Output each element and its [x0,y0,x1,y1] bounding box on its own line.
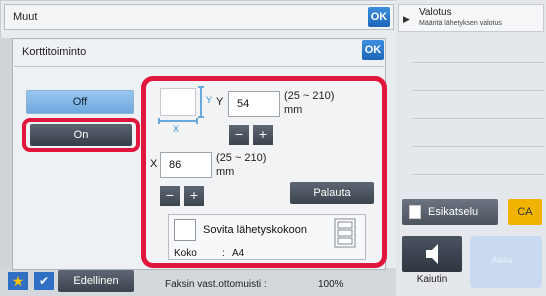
x-range: (25 ~ 210) [216,152,267,164]
x-plus-button[interactable]: + [184,186,204,206]
on-button[interactable]: On [30,124,132,146]
check-icon[interactable]: ✔ [34,272,54,290]
diagram-y-label: Y [206,95,213,105]
previous-button[interactable]: Edellinen [58,270,134,292]
y-letter: Y [216,96,224,108]
panel-divider [412,118,544,119]
play-icon: ▶ [403,14,410,24]
valotus-subtitle: Määritä lähetyksen valotus [419,20,502,27]
x-minus-button[interactable]: − [160,186,180,206]
preview-icon [409,205,421,219]
valotus-item[interactable]: ▶ Valotus Määritä lähetyksen valotus [398,4,544,32]
valotus-title: Valotus [419,7,452,18]
off-button[interactable]: Off [26,90,134,114]
diagram-x-label: X [173,124,180,134]
x-unit: mm [216,166,235,178]
y-plus-button[interactable]: + [253,125,273,145]
x-letter: X [150,158,158,170]
speaker-label: Kaiutin [416,274,448,285]
reset-button[interactable]: Palauta [290,182,374,204]
fit-to-size-label: Sovita lähetyskokoon [203,224,307,236]
size-value: A4 [232,248,245,259]
y-value-field[interactable]: 54 [228,91,280,117]
header-title: Muut [13,11,38,23]
y-unit: mm [284,104,303,116]
dialog-ok-button[interactable]: OK [362,40,384,60]
size-separator: : [222,248,225,259]
panel-divider [412,174,544,175]
muut-header: Muut OK [4,4,394,30]
dialog-divider [14,66,384,67]
star-icon[interactable]: ★ [8,272,28,290]
preview-button[interactable]: Esikatselu [402,199,498,225]
start-label: Aloita [492,256,513,265]
panel-divider [412,62,544,63]
y-range: (25 ~ 210) [284,90,335,102]
y-minus-button[interactable]: − [229,125,249,145]
header-ok-button[interactable]: OK [368,7,390,27]
preview-label: Esikatselu [428,206,479,218]
start-button[interactable]: Aloita [470,236,542,288]
y-dimension-icon [198,86,204,118]
x-value-field[interactable]: 86 [160,152,212,178]
card-diagram [160,88,196,116]
panel-divider [412,90,544,91]
document-size-icon [334,218,356,248]
speaker-button[interactable] [402,236,462,272]
fit-to-size-checkbox[interactable] [174,219,196,241]
left-strip [0,38,12,268]
fax-memory-label: Faksin vast.ottomuisti : [165,279,267,290]
speaker-icon [426,244,438,264]
ca-button[interactable]: CA [508,199,542,225]
dialog-title: Korttitoiminto [22,46,87,58]
size-label: Koko [174,248,197,259]
panel-divider [412,146,544,147]
fax-memory-value: 100% [318,279,344,290]
